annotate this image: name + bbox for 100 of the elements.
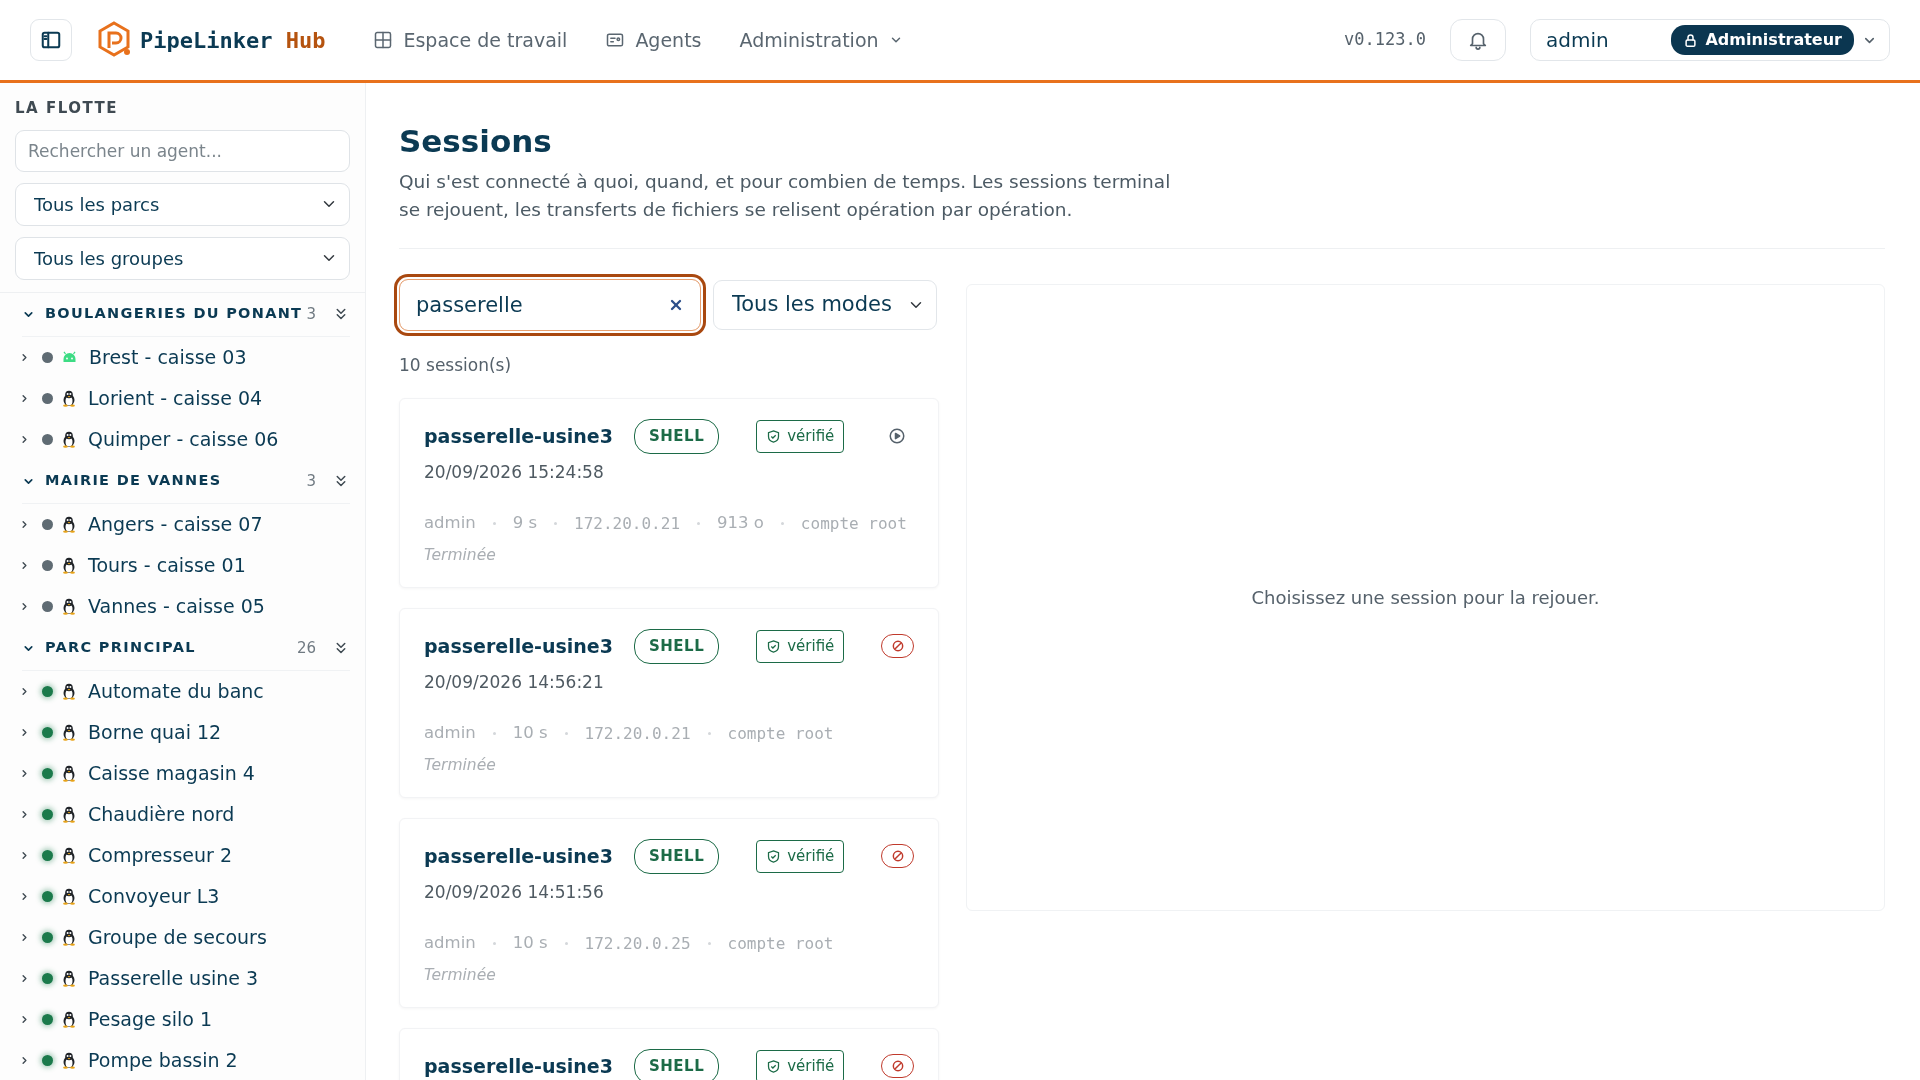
grid-icon (373, 30, 394, 50)
group-title: MAIRIE DE VANNES (45, 471, 222, 491)
chevron-icon (19, 726, 30, 738)
chevron-icon (19, 1054, 30, 1066)
mode-badge: SHELL (634, 839, 720, 874)
session-card[interactable]: passerelle-usine3 SHELL vérifié 20/09/2026 14:56:21 admin 10 s 172.20.0.21 compte root Terminée (399, 608, 939, 799)
notifications-button[interactable] (1450, 19, 1506, 61)
agent-search-field[interactable]: Rechercher un agent... (15, 129, 350, 172)
session-detail: admin (424, 722, 476, 745)
filter-select[interactable]: Tous les parcs (15, 182, 350, 226)
version-label: v0.123.0 (1344, 28, 1426, 52)
session-detail: 10 s (512, 722, 548, 745)
chevron-icon (19, 890, 30, 902)
session-status: Terminée (424, 544, 497, 566)
group-count: 3 (306, 303, 316, 325)
agent-name[interactable]: Chaudière nord (88, 799, 235, 829)
agent-name[interactable]: Vannes - caisse 05 (88, 591, 265, 621)
nav-link[interactable]: Agents (605, 19, 702, 61)
card-icon (605, 30, 626, 50)
expand-toggle[interactable] (19, 890, 30, 902)
session-name: passerelle-usine3 (424, 424, 614, 450)
chevron-icon (19, 600, 30, 612)
expand-toggle[interactable] (19, 1013, 30, 1025)
logo-icon (96, 21, 132, 59)
expand-toggle[interactable] (19, 767, 30, 779)
agent-name[interactable]: Pompe bassin 2 (88, 1045, 238, 1075)
agent-name[interactable]: Caisse magasin 4 (88, 758, 255, 788)
role-label: Administrateur (1705, 29, 1842, 51)
expand-toggle[interactable] (19, 351, 30, 363)
verified-badge: vérifié (756, 420, 845, 453)
session-detail: 172.20.0.21 (584, 722, 691, 745)
session-detail: 913 o (717, 512, 764, 535)
expand-toggle[interactable] (19, 559, 30, 571)
chevron-icon (19, 351, 30, 363)
expand-toggle[interactable] (19, 849, 30, 861)
expand-toggle[interactable] (19, 600, 30, 612)
session-detail: compte root (727, 722, 834, 745)
expand-toggle[interactable] (19, 1054, 30, 1066)
expand-toggle[interactable] (19, 972, 30, 984)
brand-name: PipeLinker Hub (140, 26, 326, 55)
session-card[interactable]: passerelle-usine3 SHELL vérifié 20/09/2026 14:51:56 admin 10 s 172.20.0.25 compte root Terminée (399, 818, 939, 1009)
sidebar-toggle-button[interactable] (30, 19, 72, 61)
group-count: 3 (306, 470, 316, 492)
user-menu[interactable]: admin Administrateur (1530, 19, 1890, 61)
mode-select[interactable]: Tous les modes (713, 279, 937, 330)
chevron-icon (19, 433, 30, 445)
agent-name[interactable]: Groupe de secours (88, 922, 267, 952)
chevron-icon (19, 518, 30, 530)
chevron-icon (19, 1013, 30, 1025)
expand-toggle[interactable] (19, 931, 30, 943)
agent-name[interactable]: Brest - caisse 03 (89, 342, 247, 372)
agent-name[interactable]: Borne quai 12 (88, 717, 222, 747)
session-detail: 172.20.0.21 (574, 512, 680, 535)
agent-name[interactable]: Quimper - caisse 06 (88, 424, 279, 454)
session-card[interactable]: passerelle-usine3 SHELL vérifié (399, 1028, 939, 1080)
verified-badge: vérifié (756, 840, 845, 873)
session-card[interactable]: passerelle-usine3 SHELL vérifié 20/09/2026 15:24:58 admin 9 s 172.20.0.21 913 o compte root Terminée (399, 398, 939, 589)
session-detail: compte root (800, 512, 907, 535)
expand-toggle[interactable] (19, 808, 30, 820)
verified-badge: vérifié (756, 1050, 845, 1080)
chevron-icon (19, 392, 30, 404)
agent-name[interactable]: Pesage silo 1 (88, 1004, 212, 1034)
mode-badge: SHELL (634, 629, 720, 664)
chevron-icon (19, 685, 30, 697)
group-count: 26 (296, 637, 316, 659)
agent-name[interactable]: Angers - caisse 07 (88, 509, 263, 539)
agent-name[interactable]: Passerelle usine 3 (88, 963, 259, 993)
mode-badge: SHELL (634, 419, 720, 454)
session-detail: 172.20.0.25 (584, 932, 691, 955)
session-date: 20/09/2026 15:24:58 (424, 460, 605, 484)
agent-name[interactable]: Automate du banc (88, 676, 264, 706)
user-name: admin (1546, 27, 1609, 54)
expand-toggle[interactable] (19, 392, 30, 404)
group-title: PARC PRINCIPAL (45, 638, 196, 658)
session-name: passerelle-usine3 (424, 844, 614, 870)
agent-name[interactable]: Convoyeur L3 (88, 881, 220, 911)
expand-toggle[interactable] (19, 685, 30, 697)
session-detail: admin (424, 512, 476, 535)
session-name: passerelle-usine3 (424, 634, 614, 660)
session-detail: admin (424, 932, 476, 955)
verified-badge: vérifié (756, 630, 845, 663)
nav-link[interactable]: Espace de travail (373, 19, 568, 61)
agent-name[interactable]: Lorient - caisse 04 (88, 383, 263, 413)
chevron-icon (19, 849, 30, 861)
agent-name[interactable]: Compresseur 2 (88, 840, 232, 870)
page-description: Qui s'est connecté à quoi, quand, et pour combien de temps. Les sessions terminal se rejouent, les transferts de fichiers se relisent opération par opération. (399, 170, 1172, 222)
expand-toggle[interactable] (19, 433, 30, 445)
expand-toggle[interactable] (19, 726, 30, 738)
filter-select[interactable]: Tous les groupes (15, 236, 350, 280)
sidebar-icon (40, 29, 62, 51)
expand-toggle[interactable] (19, 518, 30, 530)
session-name: passerelle-usine3 (424, 1054, 614, 1080)
nav-link[interactable]: Administration (739, 19, 903, 61)
sidebar-title: LA FLOTTE (15, 98, 119, 119)
chevron-icon (19, 808, 30, 820)
session-date: 20/09/2026 14:51:56 (424, 880, 605, 904)
agent-name[interactable]: Tours - caisse 01 (88, 550, 246, 580)
session-detail: 9 s (512, 512, 538, 535)
session-count: 10 session(s) (399, 353, 513, 377)
chevron-icon (19, 767, 30, 779)
